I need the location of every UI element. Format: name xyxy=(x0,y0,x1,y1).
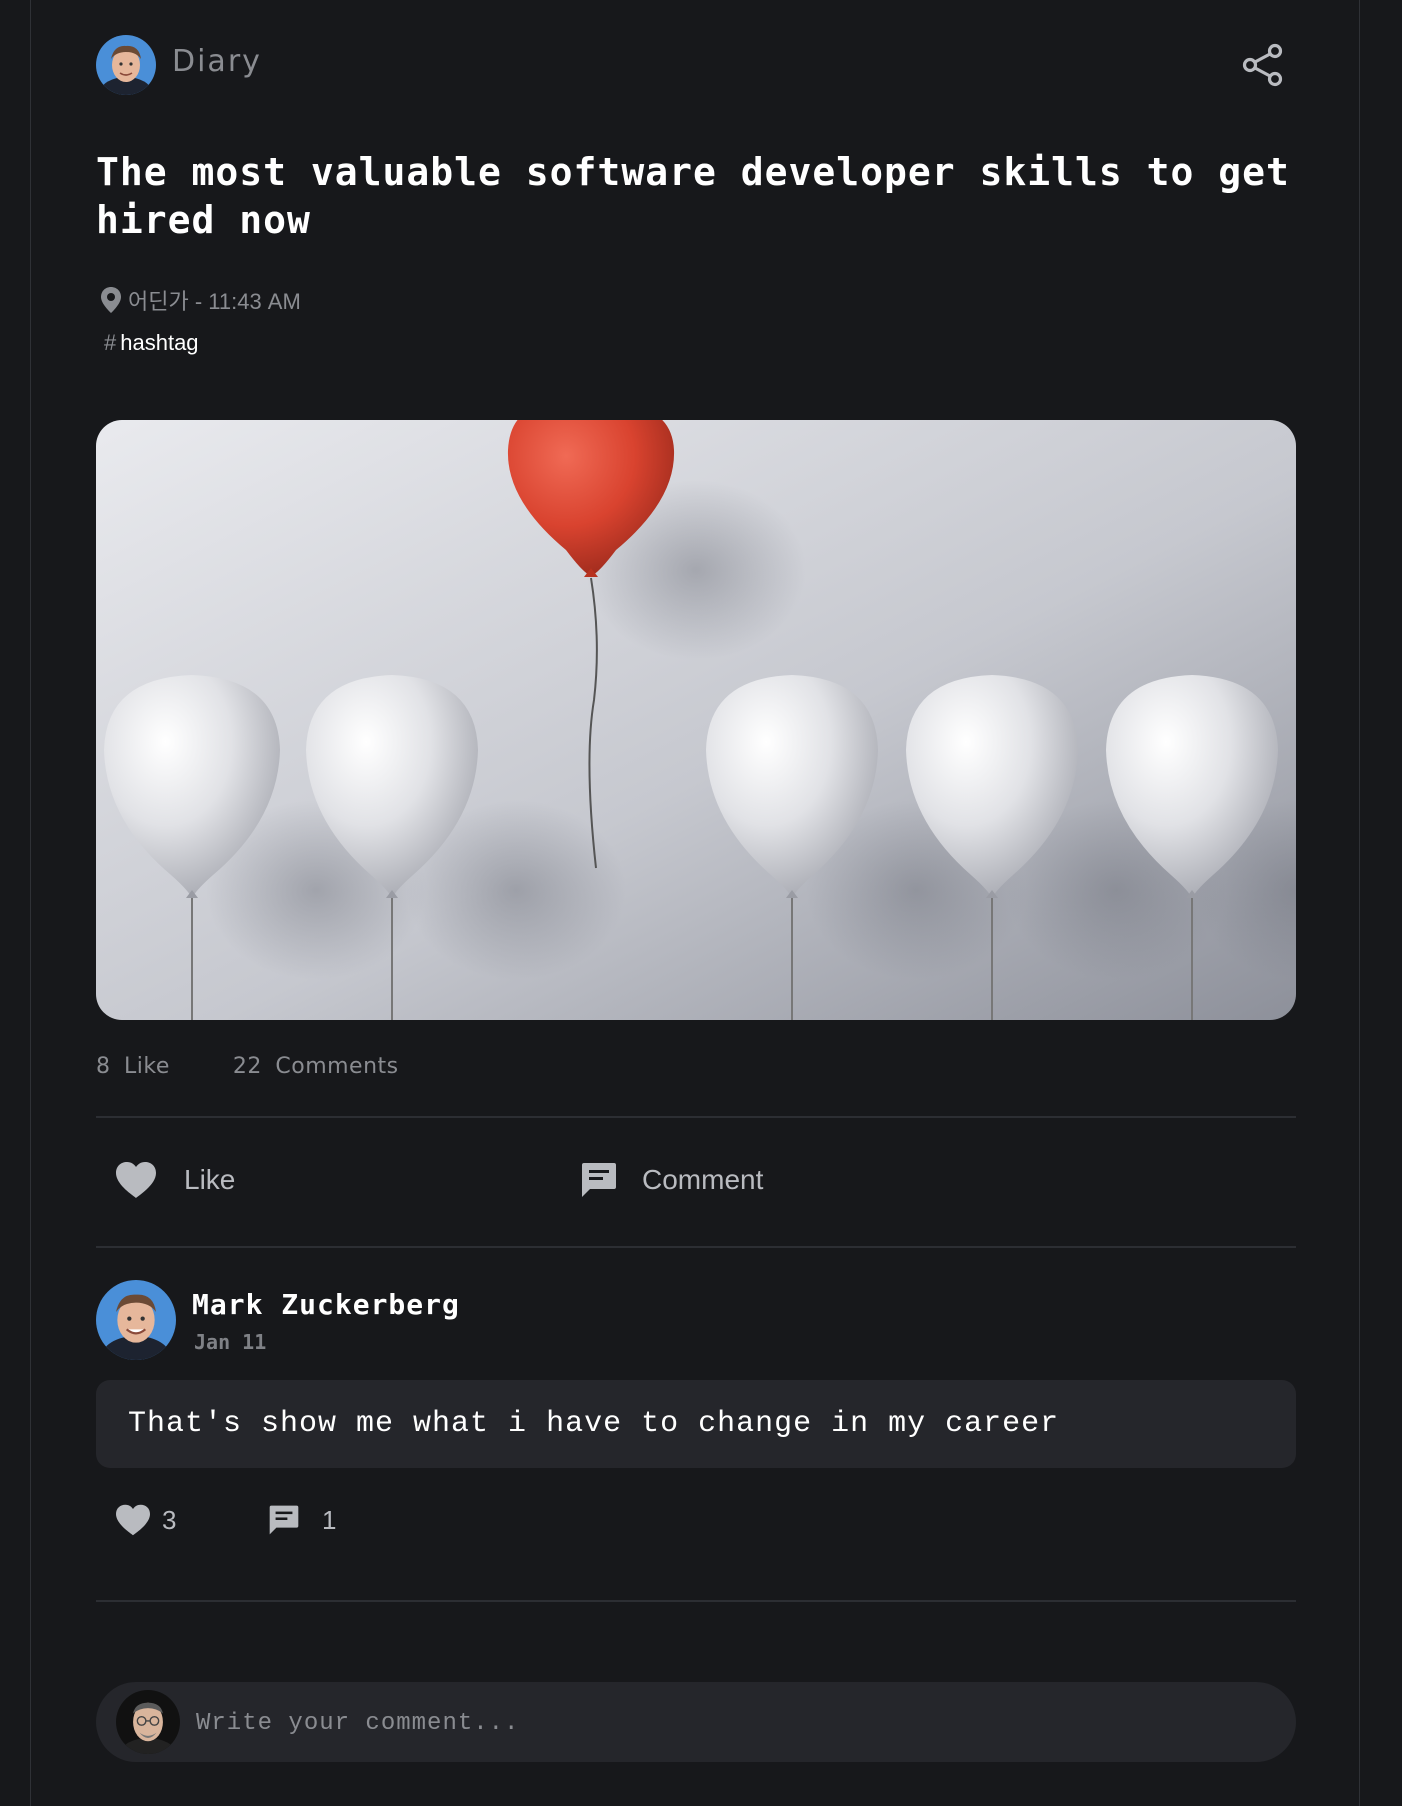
divider xyxy=(96,1116,1296,1118)
hashtag-link[interactable]: # hashtag xyxy=(104,330,199,356)
comments-label: Comments xyxy=(275,1054,399,1079)
location-pin-icon xyxy=(101,287,121,313)
comments-count: 22 xyxy=(232,1054,262,1079)
comment-reply-count: 1 xyxy=(322,1504,337,1535)
current-user-avatar[interactable] xyxy=(116,1690,180,1754)
likes-count: 8 xyxy=(96,1054,111,1079)
comment-reply-button[interactable]: 1 xyxy=(268,1500,336,1540)
post-title: The most valuable software developer ski… xyxy=(96,150,1290,242)
comment-input[interactable] xyxy=(194,1682,1278,1764)
comment-icon xyxy=(269,1505,299,1535)
commenter-avatar[interactable] xyxy=(96,1280,176,1360)
comment-date: Jan 11 xyxy=(194,1330,267,1354)
comment-icon xyxy=(582,1163,616,1197)
likes-label: Like xyxy=(124,1054,170,1079)
comment-composer xyxy=(96,1682,1296,1764)
divider xyxy=(96,1246,1296,1248)
comment-like-count: 3 xyxy=(162,1504,177,1535)
heart-icon xyxy=(116,1504,150,1536)
post-location: 어딘가 - 11:43 AM xyxy=(100,284,301,316)
brand-title: Diary xyxy=(172,44,262,79)
comment-button[interactable]: Comment xyxy=(580,1150,763,1210)
post-image[interactable] xyxy=(96,420,1296,1020)
author-avatar[interactable] xyxy=(96,35,156,95)
share-button[interactable] xyxy=(1240,42,1286,88)
location-text: 어딘가 - 11:43 AM xyxy=(128,289,301,314)
post-stats: 8 Like 22 Comments xyxy=(96,1054,405,1079)
comment-like-button[interactable]: 3 xyxy=(114,1500,176,1540)
balloons-image xyxy=(96,420,1296,1020)
share-icon xyxy=(1242,43,1283,87)
heart-icon xyxy=(116,1162,156,1198)
comment-text: That's show me what i have to change in … xyxy=(96,1380,1296,1468)
post-header: Diary xyxy=(96,32,1296,96)
like-button[interactable]: Like xyxy=(114,1150,235,1210)
comment-label: Comment xyxy=(642,1164,764,1195)
hashtag-text: hashtag xyxy=(120,330,199,355)
like-label: Like xyxy=(184,1164,236,1195)
commenter-name[interactable]: Mark Zuckerberg xyxy=(192,1288,460,1321)
divider xyxy=(96,1600,1296,1602)
hashtag-symbol: # xyxy=(104,330,117,355)
